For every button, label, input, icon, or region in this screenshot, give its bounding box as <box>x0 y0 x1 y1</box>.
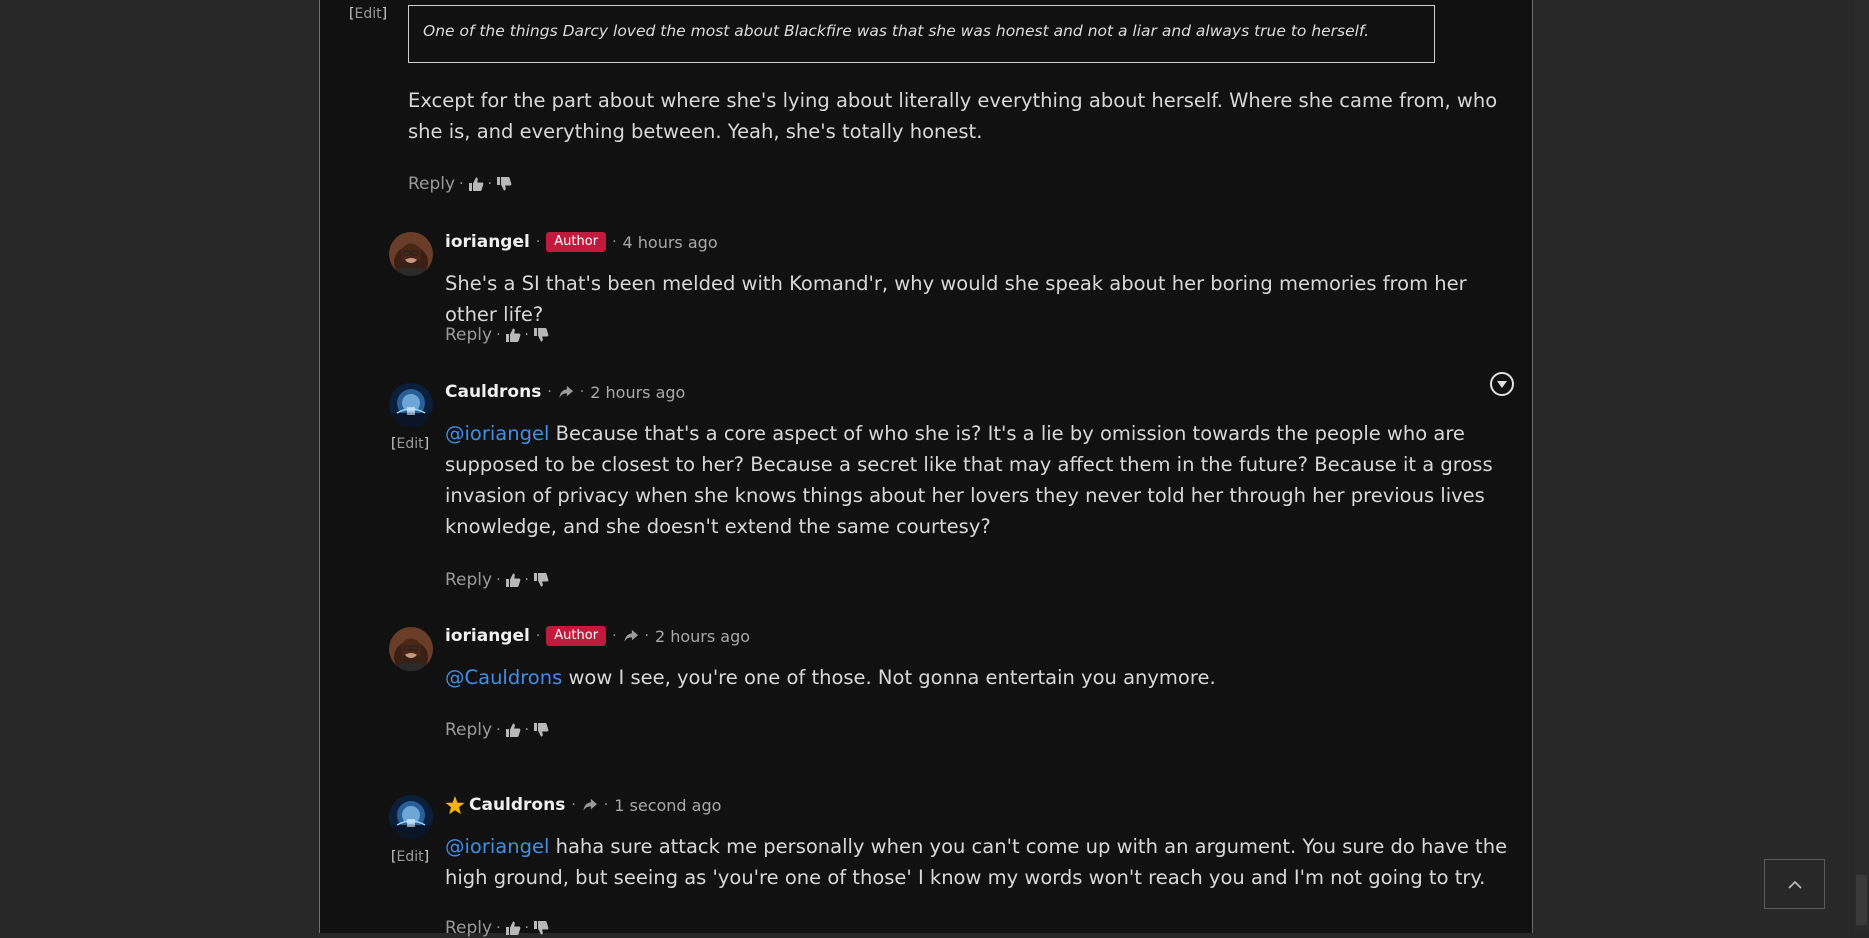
edit-label[interactable]: Edit <box>396 436 423 452</box>
comment-meta: Cauldrons · · 2 hours ago <box>445 379 685 405</box>
quote-block: One of the things Darcy loved the most a… <box>408 5 1435 63</box>
comment-meta: Cauldrons · · 1 second ago <box>445 792 721 818</box>
reply-button[interactable]: Reply <box>445 570 492 590</box>
share-arrow-icon[interactable] <box>582 798 598 812</box>
thumbs-up-icon[interactable] <box>505 722 521 738</box>
mention-link[interactable]: @ioriangel <box>445 835 549 858</box>
thumbs-up-icon[interactable] <box>505 920 521 936</box>
separator-dot: · <box>459 176 464 192</box>
comment-body: Except for the part about where she's ly… <box>408 85 1513 147</box>
comment-text: She's a SI that's been melded with Koman… <box>445 272 1467 326</box>
edit-link[interactable]: [Edit] <box>349 6 387 22</box>
separator-dot: · <box>487 176 492 192</box>
author-badge: Author <box>546 626 607 646</box>
thumbs-down-icon[interactable] <box>533 572 549 588</box>
thumbs-down-icon[interactable] <box>533 920 549 936</box>
separator-dot: · <box>603 797 609 813</box>
username[interactable]: ioriangel <box>445 232 530 252</box>
share-arrow-icon[interactable] <box>623 629 639 643</box>
scroll-to-top-button[interactable] <box>1764 859 1825 909</box>
mention-link[interactable]: @ioriangel <box>445 422 549 445</box>
avatar[interactable] <box>389 627 433 671</box>
avatar[interactable] <box>389 795 433 839</box>
edit-link[interactable]: [Edit] <box>391 436 429 452</box>
reply-button[interactable]: Reply <box>445 325 492 345</box>
separator-dot: · <box>496 572 501 588</box>
edit-label[interactable]: Edit <box>354 6 381 22</box>
separator-dot: · <box>535 234 541 250</box>
separator-dot: · <box>579 384 585 400</box>
username[interactable]: ioriangel <box>445 626 530 646</box>
avatar[interactable] <box>389 232 433 276</box>
separator-dot: · <box>644 628 649 644</box>
comment-body: @ioriangel Because that's a core aspect … <box>445 418 1520 542</box>
comments-column: [Edit] One of the things Darcy loved the… <box>319 0 1533 938</box>
separator-dot: · <box>571 797 576 813</box>
comment-actions: Reply · · <box>445 720 549 740</box>
scrollbar-thumb[interactable] <box>1856 875 1867 925</box>
scrollbar-track[interactable] <box>1854 0 1869 933</box>
username[interactable]: Cauldrons <box>445 382 541 402</box>
mention-link[interactable]: @Cauldrons <box>445 666 562 689</box>
comment-meta: ioriangel · Author · · 2 hours ago <box>445 623 750 649</box>
timestamp[interactable]: 2 hours ago <box>590 383 685 402</box>
star-icon <box>445 795 465 814</box>
reply-button[interactable]: Reply <box>408 174 455 194</box>
comment-body: @Cauldrons wow I see, you're one of thos… <box>445 662 1520 693</box>
comment-actions: Reply · · <box>408 174 512 194</box>
separator-dot: · <box>612 628 617 644</box>
separator-dot: · <box>612 234 617 250</box>
reply-button[interactable]: Reply <box>445 918 492 938</box>
chevron-up-icon <box>1787 880 1802 889</box>
separator-dot: · <box>524 722 529 738</box>
edit-label[interactable]: Edit <box>396 849 423 865</box>
thumbs-up-icon[interactable] <box>505 572 521 588</box>
comment-text: haha sure attack me personally when you … <box>445 835 1508 889</box>
share-arrow-icon[interactable] <box>558 385 574 399</box>
comment-actions: Reply · · <box>445 325 549 345</box>
separator-dot: · <box>524 920 529 936</box>
separator-dot: · <box>496 920 501 936</box>
comment-text: Except for the part about where she's ly… <box>408 89 1498 143</box>
separator-dot: · <box>524 572 529 588</box>
separator-dot: · <box>535 628 541 644</box>
comment-body: @ioriangel haha sure attack me personall… <box>445 831 1520 893</box>
thumbs-down-icon[interactable] <box>533 722 549 738</box>
avatar[interactable] <box>389 383 433 427</box>
timestamp[interactable]: 2 hours ago <box>655 627 750 646</box>
separator-dot: · <box>524 327 529 343</box>
separator-dot: · <box>496 722 501 738</box>
thumbs-up-icon[interactable] <box>505 327 521 343</box>
comment-text: wow I see, you're one of those. Not gonn… <box>562 666 1216 689</box>
timestamp[interactable]: 1 second ago <box>614 796 721 815</box>
quote-text: One of the things Darcy loved the most a… <box>423 22 1370 40</box>
author-badge: Author <box>546 232 607 252</box>
username[interactable]: Cauldrons <box>469 795 565 815</box>
thumbs-down-icon[interactable] <box>496 176 512 192</box>
comment-text: Because that's a core aspect of who she … <box>445 422 1493 538</box>
edit-link[interactable]: [Edit] <box>391 849 429 865</box>
thumbs-down-icon[interactable] <box>533 327 549 343</box>
thumbs-up-icon[interactable] <box>468 176 484 192</box>
reply-button[interactable]: Reply <box>445 720 492 740</box>
separator-dot: · <box>496 327 501 343</box>
separator-dot: · <box>547 384 552 400</box>
comment-actions: Reply · · <box>445 918 549 938</box>
collapse-thread-button[interactable] <box>1490 372 1514 396</box>
timestamp[interactable]: 4 hours ago <box>623 233 718 252</box>
comment-actions: Reply · · <box>445 570 549 590</box>
comment-meta: ioriangel · Author · 4 hours ago <box>445 229 718 255</box>
chevron-down-circle-icon <box>1497 380 1507 388</box>
comment-body: She's a SI that's been melded with Koman… <box>445 268 1520 330</box>
